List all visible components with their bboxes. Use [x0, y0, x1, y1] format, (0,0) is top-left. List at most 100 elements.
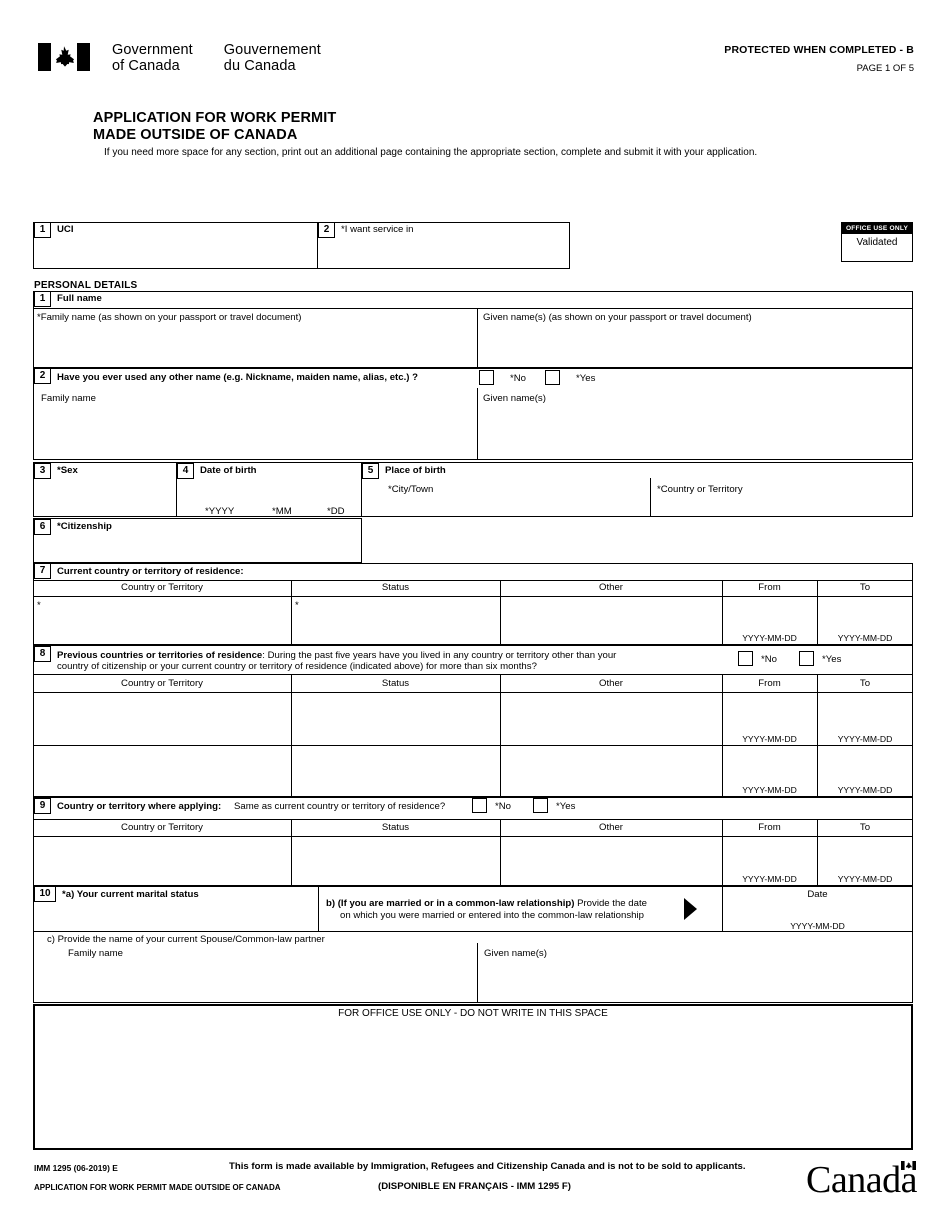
q4-dd-hint: *DD: [327, 506, 345, 517]
q4-dob-input[interactable]: [200, 479, 355, 504]
q7-col-header-to: To: [859, 582, 871, 593]
service-in-label: *I want service in: [341, 224, 414, 235]
q2-no-checkbox[interactable]: [479, 370, 494, 385]
q8-row2-other-input[interactable]: [504, 749, 718, 793]
q9-yes-checkbox[interactable]: [533, 798, 548, 813]
q10b-bold: b) (If you are married or in a common-la…: [326, 898, 575, 909]
q8-col-header-from: From: [758, 678, 781, 689]
q8-col-div-2: [500, 674, 502, 797]
field-number-service-in: 2: [318, 222, 335, 238]
q2-yes-checkbox[interactable]: [545, 370, 560, 385]
q5-city-input[interactable]: [388, 497, 643, 514]
q7-row-other-input[interactable]: [504, 600, 718, 644]
field-number-q7: 7: [34, 563, 51, 579]
q10a-marital-status-input[interactable]: [62, 903, 310, 927]
footer-form-title: APPLICATION FOR WORK PERMIT MADE OUTSIDE…: [34, 1183, 281, 1192]
q1-inner-hline: [33, 308, 913, 310]
field-number-q5: 5: [362, 463, 379, 479]
q8-row2-status-input[interactable]: [295, 749, 495, 793]
q1-given-name-input[interactable]: [483, 326, 908, 365]
q10b-line2: on which you were married or entered int…: [340, 910, 644, 921]
field-number-q2: 2: [34, 368, 51, 384]
q7-row-from-input[interactable]: [726, 600, 814, 628]
field-number-uci: 1: [34, 222, 51, 238]
q8-row2-from-date-hint: YYYY-MM-DD: [742, 785, 797, 795]
q8-row2-country-input[interactable]: [37, 749, 287, 793]
q8-row1-from-date-hint: YYYY-MM-DD: [742, 734, 797, 744]
q8-col-div-1: [291, 674, 293, 797]
wordmark-en-line1: Government: [112, 42, 193, 58]
q6-citizenship-input[interactable]: [57, 536, 355, 560]
q9-question: Same as current country or territory of …: [234, 801, 446, 812]
q1-title: Full name: [57, 293, 102, 304]
q8-row2-to-input[interactable]: [821, 749, 909, 777]
form-title-line1: APPLICATION FOR WORK PERMIT: [93, 110, 337, 126]
q5-city-label: *City/Town: [388, 484, 434, 495]
uci-input[interactable]: [57, 239, 309, 266]
q8-row1-status-input[interactable]: [295, 696, 495, 742]
footer-french-note: (DISPONIBLE EN FRANÇAIS - IMM 1295 F): [378, 1181, 571, 1192]
q9-row-country-input[interactable]: [37, 840, 287, 882]
q2-name-divider: [477, 388, 479, 460]
q3-sex-input[interactable]: [57, 481, 169, 513]
footer-availability-note: This form is made available by Immigrati…: [229, 1161, 746, 1172]
q8-row-divider: [33, 745, 913, 747]
q10b-line1: b) (If you are married or in a common-la…: [326, 898, 647, 910]
q9-col-header-status: Status: [381, 822, 410, 833]
q8-header-top-line: [33, 674, 913, 676]
q8-col-header-status: Status: [381, 678, 410, 689]
q8-yes-checkbox[interactable]: [799, 651, 814, 666]
q8-question-line2: country of citizenship or your current c…: [57, 661, 537, 672]
footer-form-code: IMM 1295 (06-2019) E: [34, 1163, 118, 1173]
q10c-family-name-label: Family name: [68, 948, 123, 959]
office-use-block-label: FOR OFFICE USE ONLY - DO NOT WRITE IN TH…: [338, 1008, 608, 1019]
q3-sex-label: *Sex: [57, 465, 78, 476]
q2-given-name-input[interactable]: [483, 407, 908, 456]
q7-to-date-hint: YYYY-MM-DD: [837, 633, 893, 643]
q8-yes-label: *Yes: [822, 654, 842, 665]
q9-row-from-input[interactable]: [726, 840, 814, 868]
q10-date-input[interactable]: [726, 902, 908, 919]
q8-row1-to-input[interactable]: [821, 696, 909, 726]
q9-row-to-input[interactable]: [821, 840, 909, 868]
q8-row1-from-input[interactable]: [726, 696, 814, 726]
wordmark-fr-line2: du Canada: [223, 57, 296, 74]
arrow-right-icon: [684, 898, 697, 920]
q8-row1-other-input[interactable]: [504, 696, 718, 742]
q8-row1-country-input[interactable]: [37, 696, 287, 742]
q7-label: Current country or territory of residenc…: [57, 566, 244, 577]
wordmark-en-line2: of Canada: [112, 57, 180, 74]
q1-family-name-label: *Family name (as shown on your passport …: [37, 312, 302, 323]
q7-row-to-input[interactable]: [821, 600, 909, 628]
q10c-given-name-input[interactable]: [484, 962, 908, 1000]
q9-header-bottom-line: [33, 836, 913, 838]
protected-classification: PROTECTED WHEN COMPLETED - B: [724, 44, 914, 56]
field-number-q9: 9: [34, 798, 51, 814]
government-of-canada-wordmark: Government of Canada Gouvernement du Can…: [112, 42, 321, 74]
field-number-q4: 4: [177, 463, 194, 479]
q4-yyyy-hint: *YYYY: [205, 506, 235, 517]
field-number-q6: 6: [34, 519, 51, 535]
service-in-input[interactable]: [341, 239, 563, 266]
q8-col-header-other: Other: [599, 678, 623, 689]
q8-question-bold: Previous countries or territories of res…: [57, 650, 263, 661]
q7-row-country-input[interactable]: *: [37, 600, 287, 644]
q9-label: Country or territory where applying:: [57, 801, 222, 812]
canada-wordmark-flag-icon: [901, 1161, 916, 1170]
q8-no-checkbox[interactable]: [738, 651, 753, 666]
q8-col-header-to: To: [859, 678, 871, 689]
q2-family-name-input[interactable]: [41, 407, 471, 456]
q8-row2-from-input[interactable]: [726, 749, 814, 777]
q7-row-status-input[interactable]: *: [295, 600, 495, 644]
q9-no-label: *No: [495, 801, 511, 812]
q8-row1-to-date-hint: YYYY-MM-DD: [837, 734, 893, 744]
q7-col-header-from: From: [758, 582, 781, 593]
q9-row-other-input[interactable]: [504, 840, 718, 882]
q9-no-checkbox[interactable]: [472, 798, 487, 813]
q9-row-status-input[interactable]: [295, 840, 495, 882]
q5-country-input[interactable]: [657, 497, 907, 514]
q1-family-name-input[interactable]: [37, 326, 472, 365]
q10c-label: c) Provide the name of your current Spou…: [47, 934, 325, 945]
page-number: PAGE 1 OF 5: [856, 63, 914, 74]
q10c-family-name-input[interactable]: [68, 962, 468, 1000]
